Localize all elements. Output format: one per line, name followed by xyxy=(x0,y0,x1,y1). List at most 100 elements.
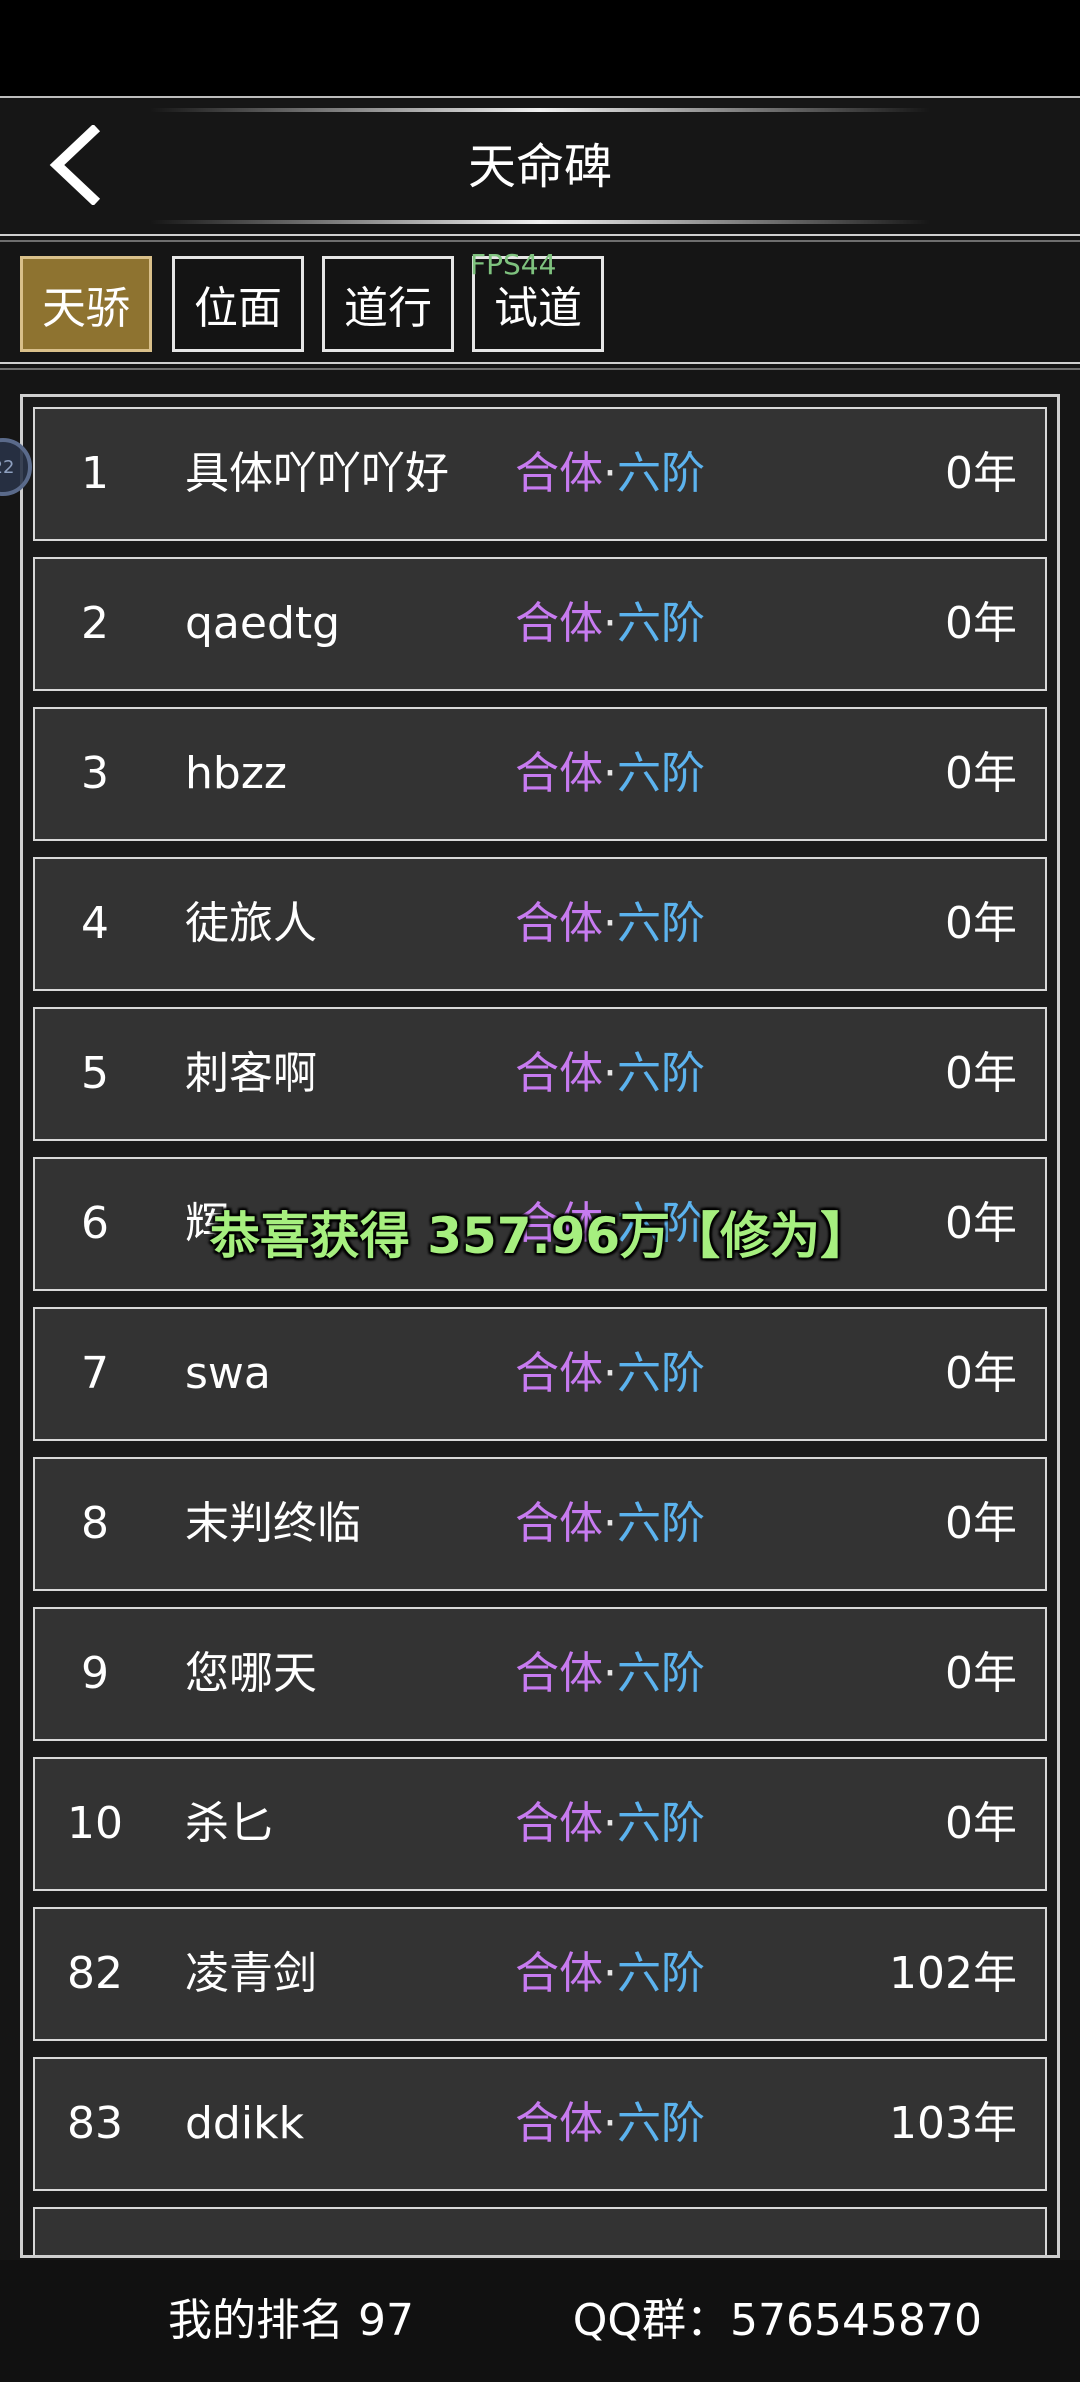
cultivation-years: 0年 xyxy=(945,1498,1017,1549)
realm-separator: · xyxy=(603,1498,617,1549)
cultivation-years: 0年 xyxy=(945,598,1017,649)
player-name: hbzz xyxy=(185,748,288,799)
table-row[interactable] xyxy=(33,2207,1047,2255)
tab-weimian[interactable]: 位面 xyxy=(172,256,304,352)
rank-number: 10 xyxy=(67,1798,123,1849)
realm-separator: · xyxy=(603,1348,617,1399)
player-name: 徒旅人 xyxy=(185,898,317,949)
cultivation-years: 0年 xyxy=(945,748,1017,799)
footer: 我的排名 97 QQ群：576545870 xyxy=(0,2260,1080,2382)
rank-number: 82 xyxy=(67,1948,123,1999)
realm-label: 合体 xyxy=(515,1648,603,1699)
fps-counter: FPS44 xyxy=(470,248,557,281)
cultivation-years: 0年 xyxy=(945,1648,1017,1699)
realm-label: 合体 xyxy=(515,1348,603,1399)
realm-label: 合体 xyxy=(515,1048,603,1099)
stage-label: 六阶 xyxy=(617,1348,705,1399)
table-row[interactable]: 1 具体吖吖吖好 合体·六阶 0年 xyxy=(33,407,1047,541)
realm-separator: · xyxy=(603,2098,617,2149)
stage-label: 六阶 xyxy=(617,2098,705,2149)
table-row[interactable]: 83 ddikk 合体·六阶 103年 xyxy=(33,2057,1047,2191)
table-row[interactable]: 2 qaedtg 合体·六阶 0年 xyxy=(33,557,1047,691)
player-name: 具体吖吖吖好 xyxy=(185,448,449,499)
table-row[interactable]: 7 swa 合体·六阶 0年 xyxy=(33,1307,1047,1441)
realm-info: 合体·六阶 xyxy=(515,1759,705,1889)
ranking-list[interactable]: 1 具体吖吖吖好 合体·六阶 0年 2 qaedtg 合体·六阶 0年 3 hbzz 合体·六阶 0年… xyxy=(20,394,1060,2258)
realm-info: 合体·六阶 xyxy=(515,859,705,989)
realm-info: 合体·六阶 xyxy=(515,409,705,539)
cultivation-years: 0年 xyxy=(945,1798,1017,1849)
realm-separator: · xyxy=(603,448,617,499)
stage-label: 六阶 xyxy=(617,1798,705,1849)
rank-number: 7 xyxy=(81,1348,109,1399)
player-name: swa xyxy=(185,1348,271,1399)
divider xyxy=(0,362,1080,370)
table-row[interactable]: 82 凌青剑 合体·六阶 102年 xyxy=(33,1907,1047,2041)
realm-label: 合体 xyxy=(515,1798,603,1849)
realm-info: 合体·六阶 xyxy=(515,1009,705,1139)
realm-separator: · xyxy=(603,748,617,799)
cultivation-years: 0年 xyxy=(945,1048,1017,1099)
tab-bar: 天骄 位面 道行 试道 FPS44 xyxy=(0,244,1080,360)
stage-label: 六阶 xyxy=(617,898,705,949)
rank-number: 4 xyxy=(81,898,109,949)
table-row[interactable]: 9 您哪天 合体·六阶 0年 xyxy=(33,1607,1047,1741)
header-ornament-bottom xyxy=(150,220,930,224)
rank-number: 5 xyxy=(81,1048,109,1099)
cultivation-years: 102年 xyxy=(889,1948,1017,1999)
realm-separator: · xyxy=(603,1798,617,1849)
cultivation-years: 0年 xyxy=(945,1348,1017,1399)
stage-label: 六阶 xyxy=(617,598,705,649)
table-row[interactable]: 4 徒旅人 合体·六阶 0年 xyxy=(33,857,1047,991)
stage-label: 六阶 xyxy=(617,448,705,499)
cultivation-years: 103年 xyxy=(889,2098,1017,2149)
realm-separator: · xyxy=(603,898,617,949)
realm-label: 合体 xyxy=(515,1498,603,1549)
realm-info: 合体·六阶 xyxy=(515,1609,705,1739)
stage-label: 六阶 xyxy=(617,1648,705,1699)
table-row[interactable]: 8 末判终临 合体·六阶 0年 xyxy=(33,1457,1047,1591)
player-name: 杀匕 xyxy=(185,1798,273,1849)
rank-number: 3 xyxy=(81,748,109,799)
rank-number: 83 xyxy=(67,2098,123,2149)
cultivation-years: 0年 xyxy=(945,448,1017,499)
rank-number: 8 xyxy=(81,1498,109,1549)
realm-label: 合体 xyxy=(515,2098,603,2149)
realm-info: 合体·六阶 xyxy=(515,1909,705,2039)
player-name: 您哪天 xyxy=(185,1648,317,1699)
divider xyxy=(0,234,1080,242)
header: 天命碑 xyxy=(0,96,1080,236)
realm-info: 合体·六阶 xyxy=(515,709,705,839)
stage-label: 六阶 xyxy=(617,748,705,799)
rank-number: 9 xyxy=(81,1648,109,1699)
qq-group-label: QQ群：576545870 xyxy=(572,2295,982,2346)
status-bar xyxy=(0,0,1080,96)
page-title: 天命碑 xyxy=(467,139,612,195)
realm-separator: · xyxy=(603,1948,617,1999)
realm-label: 合体 xyxy=(515,598,603,649)
rank-number: 2 xyxy=(81,598,109,649)
realm-label: 合体 xyxy=(515,898,603,949)
table-row[interactable]: 5 刺客啊 合体·六阶 0年 xyxy=(33,1007,1047,1141)
realm-separator: · xyxy=(603,598,617,649)
player-name: 凌青剑 xyxy=(185,1948,317,1999)
rank-number: 1 xyxy=(81,448,109,499)
reward-toast: 恭喜获得 357.96万【修为】 xyxy=(209,1207,871,1265)
realm-info: 合体·六阶 xyxy=(515,559,705,689)
realm-info: 合体·六阶 xyxy=(515,2059,705,2189)
realm-label: 合体 xyxy=(515,1948,603,1999)
stage-label: 六阶 xyxy=(617,1498,705,1549)
tab-daoxing[interactable]: 道行 xyxy=(322,256,454,352)
rank-number xyxy=(45,2209,145,2255)
cultivation-years: 0年 xyxy=(945,898,1017,949)
table-row[interactable]: 3 hbzz 合体·六阶 0年 xyxy=(33,707,1047,841)
realm-separator: · xyxy=(603,1648,617,1699)
tab-tianjiao[interactable]: 天骄 xyxy=(20,256,152,352)
realm-separator: · xyxy=(603,1048,617,1099)
player-name: 刺客啊 xyxy=(185,1048,317,1099)
player-name: qaedtg xyxy=(185,598,341,649)
my-rank-label: 我的排名 97 xyxy=(168,2295,414,2346)
table-row[interactable]: 10 杀匕 合体·六阶 0年 xyxy=(33,1757,1047,1891)
player-name: 末判终临 xyxy=(185,1498,361,1549)
realm-info: 合体·六阶 xyxy=(515,1309,705,1439)
